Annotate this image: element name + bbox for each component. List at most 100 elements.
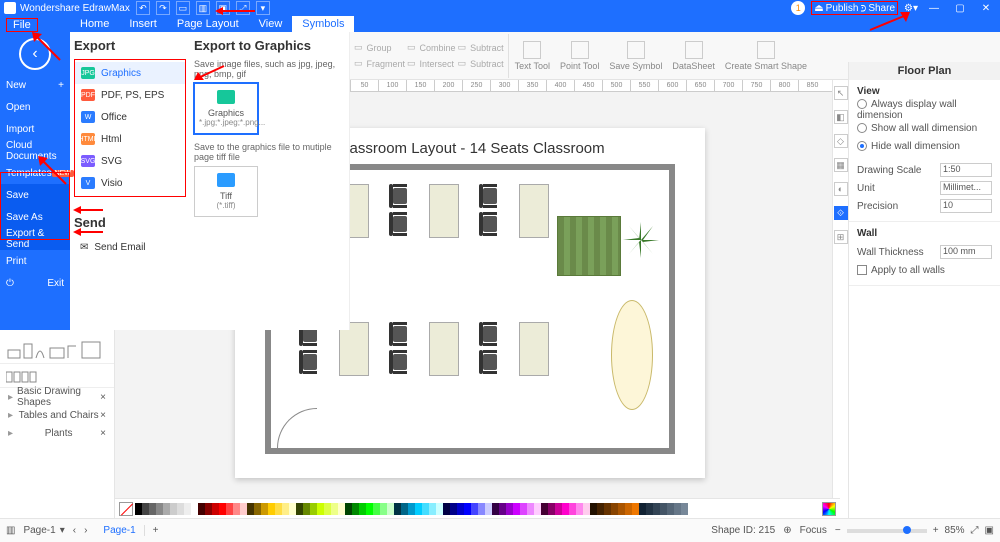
color-swatch[interactable] bbox=[317, 503, 324, 515]
qat-icon[interactable]: ▭ bbox=[176, 1, 190, 15]
color-swatch[interactable] bbox=[205, 503, 212, 515]
tool-floorplan-icon[interactable]: ⟐ bbox=[834, 206, 848, 220]
export-graphics[interactable]: JPGGraphics bbox=[75, 62, 185, 84]
shape-cat-basic[interactable]: Basic Drawing Shapes× bbox=[0, 388, 114, 406]
tab-file[interactable]: File bbox=[6, 18, 38, 32]
color-swatch[interactable] bbox=[268, 503, 275, 515]
shape-cat-plants[interactable]: Plants× bbox=[0, 424, 114, 442]
color-swatch[interactable] bbox=[653, 503, 660, 515]
file-exit[interactable]: ⏻ Exit bbox=[0, 272, 70, 294]
export-thumb-tiff[interactable]: Tiff (*.tiff) bbox=[194, 166, 258, 217]
color-swatch[interactable] bbox=[632, 503, 639, 515]
desk[interactable] bbox=[339, 322, 369, 376]
ribbon-text-tool[interactable]: Text Tool bbox=[511, 34, 554, 78]
file-new[interactable]: New+ bbox=[0, 74, 70, 96]
opt-always-display[interactable]: Always display wall dimension bbox=[857, 101, 992, 119]
apply-all-walls[interactable]: Apply to all walls bbox=[857, 261, 992, 279]
desk-set[interactable] bbox=[471, 320, 549, 378]
color-swatch[interactable] bbox=[534, 503, 541, 515]
color-swatch[interactable] bbox=[618, 503, 625, 515]
color-swatch[interactable] bbox=[373, 503, 380, 515]
focus-icon[interactable]: ⊕ bbox=[783, 525, 791, 536]
color-picker-icon[interactable] bbox=[822, 502, 836, 516]
tool-cursor-icon[interactable]: ↖ bbox=[834, 86, 848, 100]
color-swatch[interactable] bbox=[611, 503, 618, 515]
color-swatch[interactable] bbox=[625, 503, 632, 515]
precision-select[interactable]: 10 bbox=[940, 199, 992, 213]
color-swatch[interactable] bbox=[303, 503, 310, 515]
export-pdf[interactable]: PDFPDF, PS, EPS bbox=[75, 84, 185, 106]
color-swatch[interactable] bbox=[485, 503, 492, 515]
export-visio[interactable]: VVisio bbox=[75, 172, 185, 194]
wall-thickness-select[interactable]: 100 mm bbox=[940, 245, 992, 259]
chair[interactable] bbox=[479, 184, 501, 208]
color-swatch[interactable] bbox=[345, 503, 352, 515]
notification-icon[interactable]: 1 bbox=[791, 1, 805, 15]
drawing-scale-select[interactable]: 1:50 bbox=[940, 163, 992, 177]
export-thumb-graphics[interactable]: Graphics *.jpg;*.jpeg;*.png... bbox=[194, 83, 258, 134]
chair[interactable] bbox=[389, 350, 411, 374]
color-swatch[interactable] bbox=[422, 503, 429, 515]
color-swatch[interactable] bbox=[324, 503, 331, 515]
tab-home[interactable]: Home bbox=[70, 16, 119, 32]
color-swatch[interactable] bbox=[282, 503, 289, 515]
color-swatch[interactable] bbox=[408, 503, 415, 515]
page-selector[interactable]: Page-1 ▾ bbox=[23, 525, 64, 536]
minimize-button[interactable]: — bbox=[924, 3, 944, 14]
color-swatch[interactable] bbox=[177, 503, 184, 515]
color-swatch[interactable] bbox=[429, 503, 436, 515]
color-swatch[interactable] bbox=[492, 503, 499, 515]
color-swatch[interactable] bbox=[338, 503, 345, 515]
opt-show-all[interactable]: Show all wall dimension bbox=[857, 119, 992, 137]
zoom-in-button[interactable]: + bbox=[933, 525, 939, 536]
color-swatch[interactable] bbox=[359, 503, 366, 515]
color-swatch[interactable] bbox=[499, 503, 506, 515]
ribbon-create-smart[interactable]: Create Smart Shape bbox=[721, 34, 811, 78]
tool-shape-icon[interactable]: ◇ bbox=[834, 134, 848, 148]
chair[interactable] bbox=[389, 322, 411, 346]
tab-insert[interactable]: Insert bbox=[119, 16, 167, 32]
color-swatch[interactable] bbox=[149, 503, 156, 515]
color-swatch[interactable] bbox=[310, 503, 317, 515]
color-swatch[interactable] bbox=[639, 503, 646, 515]
qat-redo-icon[interactable]: ↷ bbox=[156, 1, 170, 15]
opt-hide[interactable]: Hide wall dimension bbox=[857, 137, 992, 155]
close-icon[interactable]: × bbox=[100, 428, 106, 439]
color-swatch[interactable] bbox=[156, 503, 163, 515]
color-swatch[interactable] bbox=[569, 503, 576, 515]
close-icon[interactable]: × bbox=[100, 410, 106, 421]
color-swatch[interactable] bbox=[562, 503, 569, 515]
color-swatch[interactable] bbox=[233, 503, 240, 515]
desk[interactable] bbox=[429, 322, 459, 376]
page-tab[interactable]: Page-1 bbox=[95, 525, 144, 536]
color-swatch[interactable] bbox=[520, 503, 527, 515]
prev-page-icon[interactable]: ‹ bbox=[73, 525, 76, 536]
tool-theme-icon[interactable]: ◐ bbox=[834, 182, 848, 196]
fit-page-icon[interactable]: ⤢ bbox=[971, 525, 979, 536]
color-swatch[interactable] bbox=[583, 503, 590, 515]
chair[interactable] bbox=[479, 350, 501, 374]
color-swatch[interactable] bbox=[604, 503, 611, 515]
color-swatch[interactable] bbox=[555, 503, 562, 515]
file-save-as[interactable]: Save As bbox=[0, 206, 70, 228]
desk[interactable] bbox=[519, 322, 549, 376]
color-swatch[interactable] bbox=[366, 503, 373, 515]
zoom-out-button[interactable]: − bbox=[835, 525, 841, 536]
color-swatch[interactable] bbox=[387, 503, 394, 515]
color-swatch[interactable] bbox=[513, 503, 520, 515]
color-swatch[interactable] bbox=[135, 503, 142, 515]
unit-select[interactable]: Millimet... bbox=[940, 181, 992, 195]
color-swatch[interactable] bbox=[212, 503, 219, 515]
plant[interactable] bbox=[621, 220, 661, 260]
color-swatch[interactable] bbox=[646, 503, 653, 515]
color-swatch[interactable] bbox=[296, 503, 303, 515]
ribbon-group[interactable]: ▭ Group bbox=[354, 41, 405, 55]
color-swatch[interactable] bbox=[674, 503, 681, 515]
color-swatch[interactable] bbox=[415, 503, 422, 515]
color-swatch[interactable] bbox=[184, 503, 191, 515]
desk-set[interactable] bbox=[381, 182, 459, 240]
rug[interactable] bbox=[557, 216, 621, 276]
color-swatch[interactable] bbox=[478, 503, 485, 515]
color-swatch[interactable] bbox=[450, 503, 457, 515]
file-import[interactable]: Import bbox=[0, 118, 70, 140]
